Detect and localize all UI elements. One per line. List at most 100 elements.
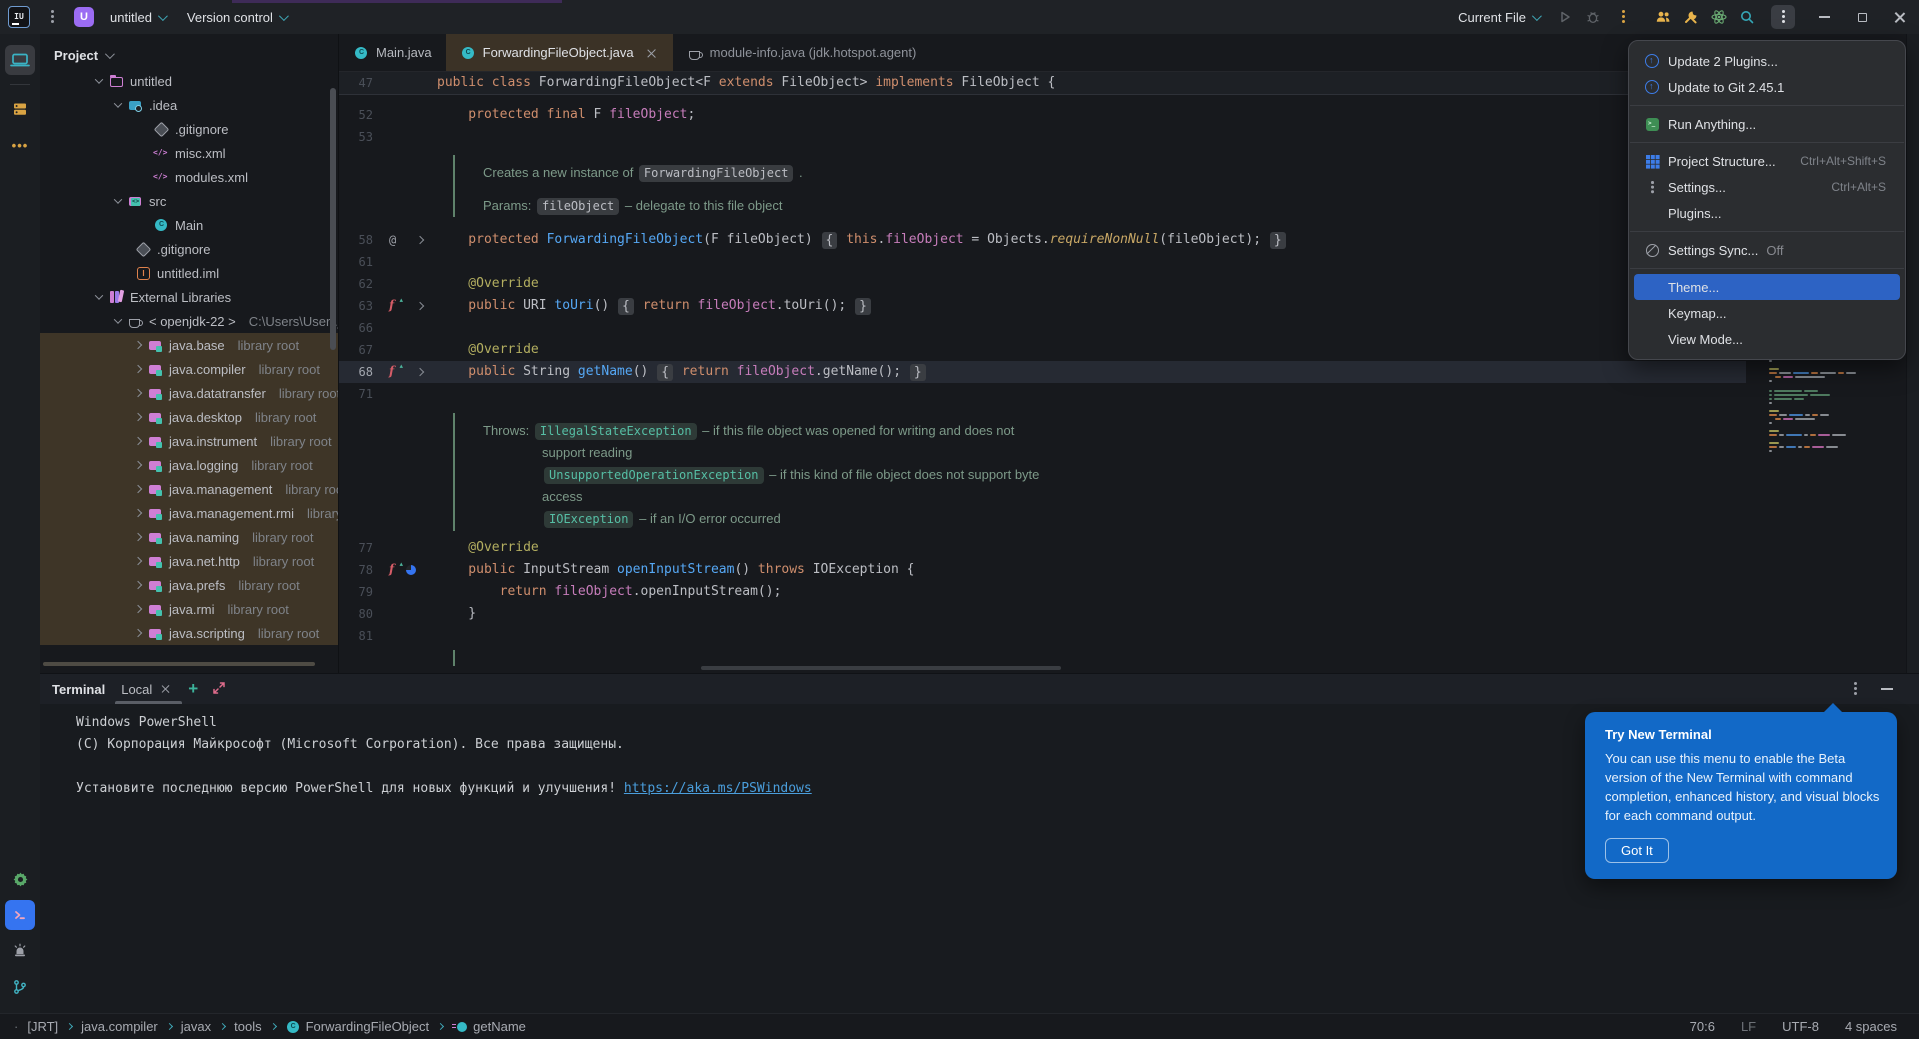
- terminal-tool-button[interactable]: [5, 900, 35, 930]
- chevron-collapsed-icon[interactable]: [133, 628, 143, 638]
- tree-vertical-scrollbar[interactable]: [330, 88, 336, 350]
- tree-item-src[interactable]: src: [40, 189, 338, 213]
- close-icon[interactable]: [645, 46, 659, 60]
- breadcrumb-javax[interactable]: javax: [181, 1019, 211, 1034]
- menu-item-project-structure[interactable]: Project Structure... Ctrl+Alt+Shift+S: [1634, 148, 1900, 174]
- project-panel-header[interactable]: Project: [40, 34, 338, 69]
- terminal-link[interactable]: https://aka.ms/PSWindows: [624, 781, 812, 796]
- tree-item-openjdk-22[interactable]: < openjdk-22 > C:\Users\User\.jdks: [40, 309, 338, 333]
- tree-item-java-desktop[interactable]: java.desktop library root: [40, 405, 338, 429]
- overriding-method-icon[interactable]: [387, 362, 403, 379]
- code-with-me-button[interactable]: [1649, 3, 1677, 31]
- tree-item-gitignore[interactable]: .gitignore: [40, 117, 338, 141]
- tree-item-java-naming[interactable]: java.naming library root: [40, 525, 338, 549]
- fold-chevron-icon[interactable]: [415, 367, 425, 377]
- run-button[interactable]: [1551, 3, 1579, 31]
- recursion-icon[interactable]: [406, 565, 416, 575]
- commit-tool-button[interactable]: [5, 94, 35, 124]
- chevron-collapsed-icon[interactable]: [133, 364, 143, 374]
- fold-region[interactable]: }: [1269, 231, 1286, 249]
- new-terminal-tab-button[interactable]: +: [188, 674, 198, 704]
- tree-item-java-net-http[interactable]: java.net.http library root: [40, 549, 338, 573]
- fold-region[interactable]: }: [909, 363, 926, 381]
- fold-chevron-icon[interactable]: [415, 301, 425, 311]
- menu-item-settings[interactable]: Settings... Ctrl+Alt+S: [1634, 174, 1900, 200]
- editor-hscrollbar-thumb[interactable]: [701, 666, 1061, 670]
- hide-terminal-button[interactable]: [1881, 688, 1893, 690]
- tree-item-java-management[interactable]: java.management library root: [40, 477, 338, 501]
- tools-button[interactable]: [1677, 3, 1705, 31]
- version-control-tool-button[interactable]: [5, 972, 35, 1002]
- services-tool-button[interactable]: [5, 864, 35, 894]
- overriding-method-icon[interactable]: [387, 560, 403, 577]
- fold-chevron-icon[interactable]: [415, 235, 425, 245]
- menu-item-update-2-plugins[interactable]: Update 2 Plugins...: [1634, 48, 1900, 74]
- chevron-expanded-icon[interactable]: [94, 75, 104, 84]
- tree-item-java-scripting[interactable]: java.scripting library root: [40, 621, 338, 645]
- chevron-collapsed-icon[interactable]: [133, 412, 143, 422]
- tree-item-modules-xml[interactable]: modules.xml: [40, 165, 338, 189]
- chevron-collapsed-icon[interactable]: [133, 340, 143, 350]
- caret-position[interactable]: 70:6: [1690, 1019, 1715, 1034]
- project-widget[interactable]: untitled: [104, 6, 171, 29]
- menu-item-run-anything[interactable]: Run Anything...: [1634, 111, 1900, 137]
- tree-item-java-prefs[interactable]: java.prefs library root: [40, 573, 338, 597]
- close-icon[interactable]: [160, 683, 172, 695]
- menu-item-plugins[interactable]: Plugins...: [1634, 200, 1900, 226]
- fold-region[interactable]: }: [855, 297, 871, 315]
- tree-item-external-libraries[interactable]: External Libraries: [40, 285, 338, 309]
- editor-tab-module-info-java-jdk-hotspot-agent[interactable]: module-info.java (jdk.hotspot.agent): [673, 34, 931, 71]
- window-restore-button[interactable]: [1843, 0, 1881, 34]
- tree-item-java-compiler[interactable]: java.compiler library root: [40, 357, 338, 381]
- debug-button[interactable]: [1579, 3, 1607, 31]
- tree-item-java-logging[interactable]: java.logging library root: [40, 453, 338, 477]
- chevron-collapsed-icon[interactable]: [133, 388, 143, 398]
- tree-item-java-datatransfer[interactable]: java.datatransfer library root: [40, 381, 338, 405]
- fold-region[interactable]: {: [657, 363, 674, 381]
- project-tool-button[interactable]: [5, 45, 35, 75]
- breadcrumb-jrt[interactable]: [JRT]: [27, 1019, 58, 1034]
- breadcrumb-java-compiler[interactable]: java.compiler: [81, 1019, 158, 1034]
- menu-item-settings-sync[interactable]: Settings Sync... Off: [1634, 237, 1900, 263]
- tree-item-idea[interactable]: .idea: [40, 93, 338, 117]
- file-encoding[interactable]: UTF-8: [1782, 1019, 1819, 1034]
- menu-item-theme[interactable]: Theme...: [1634, 274, 1900, 300]
- breadcrumb-forwardingfileobject[interactable]: ForwardingFileObject: [285, 1019, 429, 1035]
- editor-tab-main-java[interactable]: Main.java: [339, 34, 446, 71]
- chevron-collapsed-icon[interactable]: [133, 484, 143, 494]
- more-tool-windows-button[interactable]: •••: [5, 130, 35, 160]
- tree-item-untitled-iml[interactable]: untitled.iml: [40, 261, 338, 285]
- expand-terminal-button[interactable]: [212, 681, 226, 698]
- chevron-collapsed-icon[interactable]: [133, 532, 143, 542]
- overriding-method-icon[interactable]: [387, 296, 403, 313]
- fold-region[interactable]: {: [821, 231, 838, 249]
- tree-item-java-instrument[interactable]: java.instrument library root: [40, 429, 338, 453]
- tree-item-java-rmi[interactable]: java.rmi library root: [40, 597, 338, 621]
- chevron-collapsed-icon[interactable]: [133, 580, 143, 590]
- line-separator[interactable]: LF: [1741, 1019, 1756, 1034]
- tree-item-main[interactable]: Main: [40, 213, 338, 237]
- more-actions-button[interactable]: [1771, 5, 1795, 29]
- window-close-button[interactable]: [1881, 0, 1919, 34]
- tree-horizontal-scrollbar[interactable]: [43, 662, 315, 666]
- tree-item-untitled[interactable]: untitled: [40, 69, 338, 93]
- menu-item-keymap[interactable]: Keymap...: [1634, 300, 1900, 326]
- menu-item-view-mode[interactable]: View Mode...: [1634, 326, 1900, 352]
- tree-item-gitignore[interactable]: .gitignore: [40, 237, 338, 261]
- run-configuration-selector[interactable]: Current File: [1452, 6, 1545, 29]
- chevron-expanded-icon[interactable]: [113, 315, 123, 324]
- chevron-collapsed-icon[interactable]: [133, 604, 143, 614]
- breadcrumb-getname[interactable]: getName: [452, 1019, 526, 1035]
- indent-style[interactable]: 4 spaces: [1845, 1019, 1897, 1034]
- terminal-options-button[interactable]: [1843, 677, 1867, 701]
- chevron-collapsed-icon[interactable]: [133, 436, 143, 446]
- fold-region[interactable]: {: [618, 297, 634, 315]
- got-it-button[interactable]: Got It: [1605, 838, 1669, 863]
- menu-item-update-to-git-2-45-1[interactable]: Update to Git 2.45.1: [1634, 74, 1900, 100]
- annotation-gutter-icon[interactable]: @: [389, 233, 396, 247]
- run-more-actions-button[interactable]: [1611, 5, 1635, 29]
- editor-tab-forwardingfileobject-java[interactable]: ForwardingFileObject.java: [445, 34, 673, 71]
- chevron-collapsed-icon[interactable]: [133, 508, 143, 518]
- chevron-collapsed-icon[interactable]: [133, 460, 143, 470]
- terminal-tab-local[interactable]: Local: [115, 674, 183, 704]
